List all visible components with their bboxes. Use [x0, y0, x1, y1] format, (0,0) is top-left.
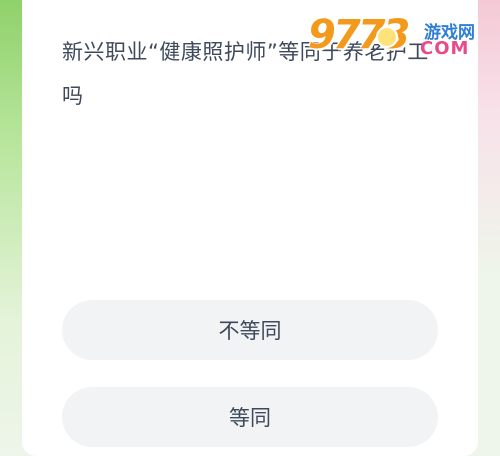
quiz-card: 新兴职业“健康照护师”等同于养老护工吗 不等同 等同	[22, 0, 478, 456]
option-label: 等同	[229, 406, 271, 430]
watermark-logo: 9773 游戏网 COM	[300, 6, 500, 66]
logo-mascot-icon	[376, 26, 398, 48]
logo-domain: COM	[420, 38, 470, 59]
option-not-equal-button[interactable]: 不等同	[62, 300, 438, 360]
option-label: 不等同	[218, 319, 282, 343]
option-equal-button[interactable]: 等同	[62, 387, 438, 447]
